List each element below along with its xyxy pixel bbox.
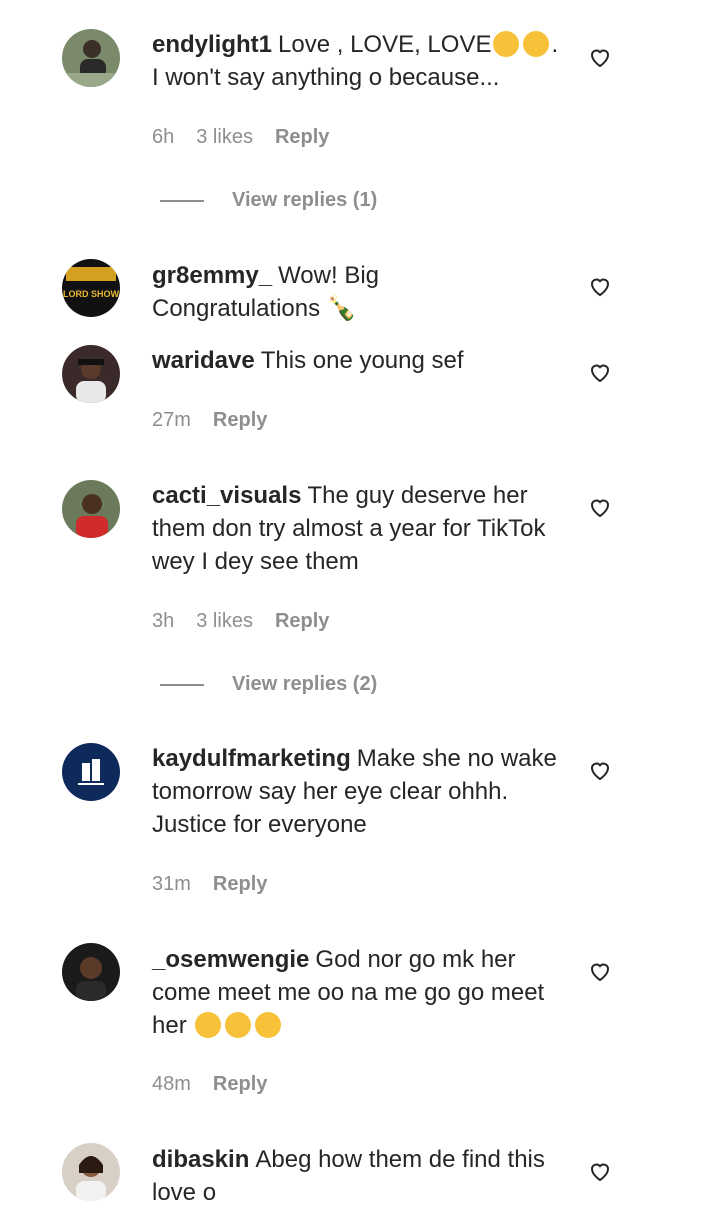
comment-time: 48m: [152, 1073, 191, 1095]
comment-username[interactable]: kaydulfmarketing: [152, 745, 351, 772]
comment-text: Love , LOVE, LOVE: [278, 31, 492, 58]
like-heart-icon[interactable]: [588, 45, 612, 69]
astonished-emoji-icon: [523, 31, 550, 57]
view-replies-label: View replies (1): [232, 189, 378, 211]
comment-username[interactable]: endylight1: [152, 31, 272, 58]
comment-username[interactable]: cacti_visuals: [152, 482, 301, 509]
like-heart-icon[interactable]: [588, 758, 612, 782]
astonished-emoji-icon: [493, 31, 520, 57]
tears-of-joy-emoji-icon: [225, 1012, 252, 1038]
comment-likes[interactable]: 3 likes: [196, 126, 253, 149]
view-replies-button[interactable]: View replies (1): [160, 189, 377, 212]
avatar[interactable]: OH LORD SHOW ME: [62, 259, 120, 317]
comment-username[interactable]: _osemwengie: [152, 946, 309, 973]
divider-line: [160, 683, 204, 686]
like-heart-icon[interactable]: [588, 1159, 612, 1183]
reply-button[interactable]: Reply: [213, 873, 267, 896]
comment-time: 27m: [152, 409, 191, 431]
avatar[interactable]: [62, 1143, 120, 1201]
comment-username[interactable]: waridave: [152, 347, 255, 374]
like-heart-icon[interactable]: [588, 360, 612, 384]
comment-text: This one young sef: [260, 347, 464, 374]
avatar[interactable]: [62, 480, 120, 538]
comment-time: 31m: [152, 873, 191, 895]
avatar-badge-text: OH LORD SHOW ME: [62, 289, 120, 299]
comment-likes[interactable]: 3 likes: [196, 610, 253, 633]
comment-text-line2: Congratulations 🍾: [152, 295, 357, 322]
comment-time: 6h: [152, 126, 175, 148]
comment-username[interactable]: gr8emmy_: [152, 262, 272, 289]
comment-username[interactable]: dibaskin: [152, 1146, 249, 1173]
like-heart-icon[interactable]: [588, 959, 612, 983]
view-replies-label: View replies (2): [232, 673, 378, 695]
avatar[interactable]: [62, 29, 120, 87]
comment-text-line2: I won't say anything o because...: [152, 64, 500, 91]
avatar[interactable]: [62, 345, 120, 403]
reply-button[interactable]: Reply: [213, 409, 267, 432]
tears-of-joy-emoji-icon: [255, 1012, 282, 1038]
reply-button[interactable]: Reply: [275, 126, 329, 149]
reply-button[interactable]: Reply: [213, 1073, 267, 1096]
avatar[interactable]: [62, 943, 120, 1001]
like-heart-icon[interactable]: [588, 495, 612, 519]
avatar[interactable]: [62, 743, 120, 801]
like-heart-icon[interactable]: [588, 274, 612, 298]
reply-button[interactable]: Reply: [275, 610, 329, 633]
tears-of-joy-emoji-icon: [195, 1012, 222, 1038]
comment-text: Wow! Big: [278, 262, 379, 289]
comment-time: 3h: [152, 610, 175, 632]
comment-text-tail: .: [551, 31, 559, 58]
divider-line: [160, 199, 204, 202]
view-replies-button[interactable]: View replies (2): [160, 673, 377, 696]
